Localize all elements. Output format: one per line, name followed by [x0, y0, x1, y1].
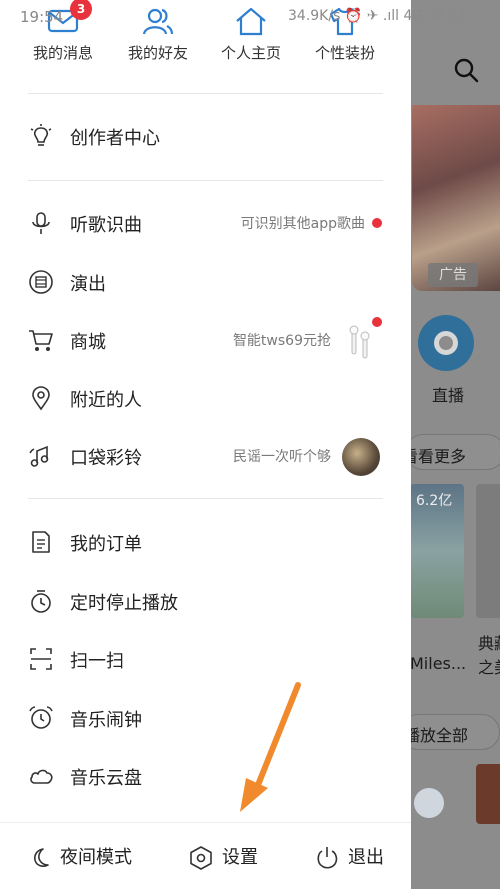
menu-sub: 民谣一次听个够 [233, 449, 331, 465]
status-indicators: 34.9K/s ⏰ ✈ .ıll 4G .ıll 51 [288, 8, 467, 24]
playlist-title-3: 之美 [478, 658, 500, 677]
menu-label: 附近的人 [70, 390, 142, 411]
menu-orders[interactable]: 我的订单 [0, 516, 411, 568]
scan-icon [30, 648, 52, 670]
playlist-title: Miles... [410, 654, 467, 673]
menu-nearby[interactable]: 附近的人 [0, 372, 411, 424]
logout-label: 退出 [348, 847, 384, 868]
cart-icon [29, 330, 53, 351]
menu-scan[interactable]: 扫一扫 [0, 633, 411, 685]
menu-ringtone[interactable]: 口袋彩铃 民谣一次听个够 [0, 430, 411, 482]
earbuds-icon [349, 325, 370, 359]
menu-label: 扫一扫 [70, 651, 124, 672]
side-drawer: 3 我的消息 我的好友 个人主页 个性装扮 创作者中心 听歌识曲 可识别其他ap… [0, 0, 411, 889]
quick-label: 个人主页 [220, 44, 281, 62]
search-icon[interactable] [452, 56, 482, 86]
menu-sub: 智能tws69元抢 [232, 333, 331, 349]
timer-icon [31, 590, 51, 613]
menu-label: 创作者中心 [70, 128, 160, 149]
see-more-label[interactable]: 看看更多 [402, 443, 466, 467]
menu-music-alarm[interactable]: 音乐闹钟 [0, 692, 411, 744]
notification-dot [372, 317, 382, 327]
menu-label: 商城 [70, 332, 106, 353]
divider [28, 180, 383, 181]
settings-label: 设置 [222, 847, 258, 868]
quick-label: 我的消息 [32, 44, 93, 62]
menu-label: 听歌识曲 [70, 215, 142, 236]
playlist-cover-2[interactable] [476, 484, 500, 618]
menu-cloud-disk[interactable]: 音乐云盘 [0, 750, 411, 802]
menu-label: 演出 [70, 274, 106, 295]
cloud-icon [30, 769, 53, 784]
status-bar: 19:54 34.9K/s ⏰ ✈ .ıll 4G .ıll 51 [0, 0, 500, 34]
order-icon [32, 531, 50, 553]
ad-label: 广告 [428, 263, 478, 287]
settings-button[interactable]: 设置 [188, 843, 258, 871]
quick-label: 个性装扮 [314, 44, 375, 62]
status-time: 19:54 [20, 8, 64, 26]
notification-dot [372, 218, 382, 228]
lightbulb-icon [30, 124, 52, 146]
live-label[interactable]: 直播 [432, 382, 464, 406]
live-icon-inner [434, 331, 458, 355]
menu-label: 我的订单 [70, 534, 142, 555]
ticket-icon [29, 270, 53, 294]
logout-button[interactable]: 退出 [314, 843, 384, 871]
menu-shows[interactable]: 演出 [0, 256, 411, 308]
playlist-title-2: 典藏 [478, 634, 500, 653]
menu-label: 定时停止播放 [70, 593, 178, 614]
night-mode-label: 夜间模式 [60, 847, 132, 868]
menu-song-recognition[interactable]: 听歌识曲 可识别其他app歌曲 [0, 197, 411, 249]
moon-icon [34, 848, 49, 867]
menu-label: 音乐闹钟 [70, 710, 142, 731]
menu-label: 口袋彩铃 [70, 448, 142, 469]
mic-icon [32, 212, 50, 234]
menu-mall[interactable]: 商城 智能tws69元抢 [0, 314, 411, 366]
alarm-icon [29, 706, 53, 729]
location-pin-icon [32, 386, 50, 411]
power-icon [317, 847, 338, 869]
song-thumb[interactable] [476, 764, 500, 824]
quick-label: 我的好友 [127, 44, 188, 62]
play-count: 6.2亿 [416, 493, 453, 509]
divider [28, 498, 383, 499]
menu-creator-center[interactable]: 创作者中心 [0, 110, 411, 162]
divider [28, 93, 383, 94]
menu-sub: 可识别其他app歌曲 [240, 216, 365, 232]
menu-sleep-timer[interactable]: 定时停止播放 [0, 575, 411, 627]
settings-icon [190, 846, 212, 870]
menu-label: 音乐云盘 [70, 768, 142, 789]
ringtone-cover [342, 438, 380, 476]
play-all-label[interactable]: 播放全部 [404, 722, 468, 746]
play-icon[interactable] [414, 788, 444, 818]
drawer-bottom-bar: 夜间模式 设置 退出 [0, 822, 411, 889]
ringtone-icon [29, 445, 49, 467]
night-mode-button[interactable]: 夜间模式 [28, 843, 132, 870]
